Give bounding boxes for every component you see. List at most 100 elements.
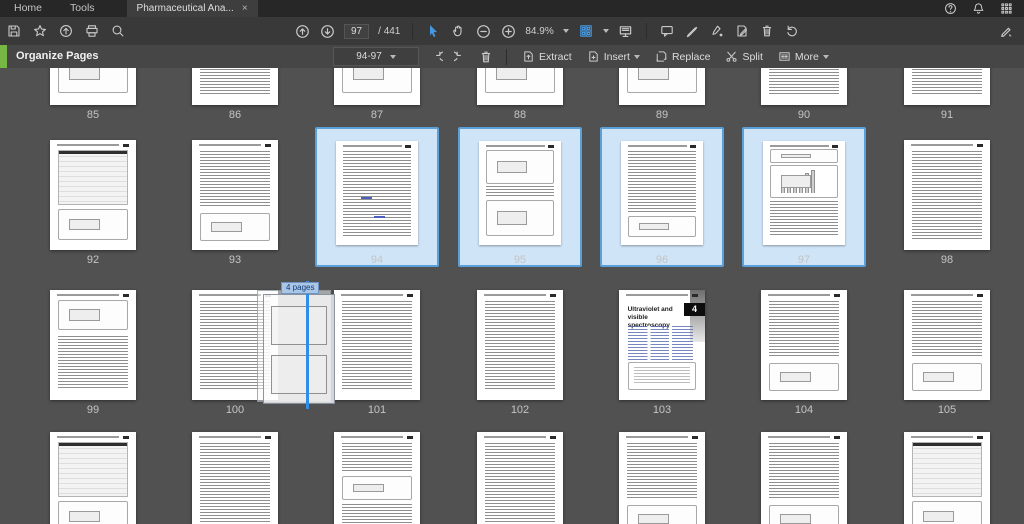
share-upload-icon[interactable]: [58, 21, 74, 41]
next-page-icon[interactable]: [319, 21, 335, 41]
search-icon[interactable]: [110, 21, 126, 41]
edit-page-icon[interactable]: [734, 21, 750, 41]
page-thumbnail-109[interactable]: [477, 432, 563, 524]
range-caret-icon: [390, 55, 396, 59]
page-thumbnail-98[interactable]: [904, 140, 990, 250]
replace-icon: [655, 50, 668, 63]
more-caret-icon: [823, 55, 829, 59]
split-button[interactable]: Split: [722, 48, 765, 65]
save-icon[interactable]: [6, 21, 22, 41]
page-number-label: 90: [764, 109, 844, 121]
page-thumbnail-104[interactable]: [761, 290, 847, 400]
page-thumbnail-93[interactable]: [192, 140, 278, 250]
more-button[interactable]: More: [775, 48, 832, 65]
page-thumbnail-90[interactable]: [761, 68, 847, 105]
print-icon[interactable]: [84, 21, 100, 41]
page-number-label: 95: [480, 254, 560, 266]
page-thumbnail-87[interactable]: [334, 68, 420, 105]
page-thumbnail-103[interactable]: Ultraviolet and visible spectroscopy4: [619, 290, 705, 400]
close-tab-icon[interactable]: ×: [242, 4, 248, 14]
insert-button[interactable]: Insert: [584, 48, 643, 65]
page-number-label: 103: [622, 404, 702, 416]
page-number-label: 91: [907, 109, 987, 121]
page-thumbnail-99[interactable]: [50, 290, 136, 400]
notifications-bell-icon[interactable]: [970, 0, 986, 19]
delete-pages-icon[interactable]: [478, 47, 494, 67]
extract-button[interactable]: Extract: [519, 48, 575, 65]
page-thumbnail-102[interactable]: [477, 290, 563, 400]
page-number-label: 104: [764, 404, 844, 416]
page-thumbnails-view-icon[interactable]: [578, 21, 594, 41]
menu-tools[interactable]: Tools: [56, 0, 109, 17]
divider: [646, 23, 647, 39]
page-number-label: 102: [480, 404, 560, 416]
current-page-input[interactable]: 97: [344, 24, 369, 39]
tool-accent-strip: [0, 45, 7, 68]
page-thumbnail-94-selected[interactable]: [315, 127, 439, 267]
replace-button[interactable]: Replace: [652, 48, 714, 65]
pen-icon[interactable]: [684, 21, 700, 41]
page-thumbnail-112[interactable]: [904, 432, 990, 524]
page-number-label: 98: [907, 254, 987, 266]
insert-caret-icon: [634, 55, 640, 59]
rotate-right-icon[interactable]: [453, 47, 469, 67]
help-icon[interactable]: [942, 0, 958, 19]
fill-sign-icon[interactable]: [709, 21, 725, 41]
page-thumbnail-108[interactable]: [334, 432, 420, 524]
page-thumbnail-111[interactable]: [761, 432, 847, 524]
rotate-left-icon[interactable]: [428, 47, 444, 67]
page-range-input[interactable]: 94-97: [333, 47, 419, 66]
page-thumbnail-95-selected[interactable]: [458, 127, 582, 267]
apps-grid-icon[interactable]: [998, 0, 1014, 19]
page-view-caret-icon[interactable]: [603, 29, 609, 33]
page-thumbnail-106[interactable]: [50, 432, 136, 524]
page-94: [336, 141, 418, 245]
page-number-label: 85: [53, 109, 133, 121]
drag-count-badge: 4 pages: [281, 282, 319, 294]
page-number-label: 100: [195, 404, 275, 416]
reading-mode-icon[interactable]: [618, 21, 634, 41]
comment-icon[interactable]: [659, 21, 675, 41]
document-tab-title: Pharmaceutical Ana...: [137, 0, 234, 17]
split-scissors-icon: [725, 50, 738, 63]
esign-pen-icon[interactable]: [998, 21, 1014, 41]
extract-icon: [522, 50, 535, 63]
page-thumbnail-105[interactable]: [904, 290, 990, 400]
menu-home[interactable]: Home: [0, 0, 56, 17]
page-thumbnail-97-selected[interactable]: [742, 127, 866, 267]
divider: [412, 23, 413, 39]
document-tab[interactable]: Pharmaceutical Ana... ×: [127, 0, 258, 17]
page-thumbnail-85[interactable]: [50, 68, 136, 105]
page-thumbnail-110[interactable]: [619, 432, 705, 524]
star-icon[interactable]: [32, 21, 48, 41]
page-thumbnail-91[interactable]: [904, 68, 990, 105]
delete-icon[interactable]: [759, 21, 775, 41]
page-thumbnail-89[interactable]: [619, 68, 705, 105]
page-thumbnail-92[interactable]: [50, 140, 136, 250]
page-number-label: 94: [337, 254, 417, 266]
divider: [506, 49, 507, 65]
page-thumbnail-96-selected[interactable]: [600, 127, 724, 267]
page-number-label: 86: [195, 109, 275, 121]
insert-icon: [587, 50, 600, 63]
hand-tool-icon[interactable]: [450, 21, 466, 41]
select-tool-icon[interactable]: [425, 21, 441, 41]
zoom-caret-icon[interactable]: [563, 29, 569, 33]
acrobat-window: Home Tools Pharmaceutical Ana... ×: [0, 0, 1024, 524]
ghost-front-sheet: [263, 294, 335, 404]
page-thumbnail-86[interactable]: [192, 68, 278, 105]
more-list-icon: [778, 50, 791, 63]
page-95: [479, 141, 561, 245]
zoom-in-icon[interactable]: [500, 21, 516, 41]
undo-icon[interactable]: [784, 21, 800, 41]
page-range-value: 94-97: [356, 51, 382, 62]
previous-page-icon[interactable]: [294, 21, 310, 41]
page-thumbnail-88[interactable]: [477, 68, 563, 105]
dragged-pages-ghost[interactable]: [263, 294, 335, 404]
page-97: [763, 141, 845, 245]
zoom-out-icon[interactable]: [475, 21, 491, 41]
page-thumbnail-101[interactable]: [334, 290, 420, 400]
zoom-level-value[interactable]: 84.9%: [525, 26, 553, 37]
page-thumbnail-107[interactable]: [192, 432, 278, 524]
page-number-label: 101: [337, 404, 417, 416]
